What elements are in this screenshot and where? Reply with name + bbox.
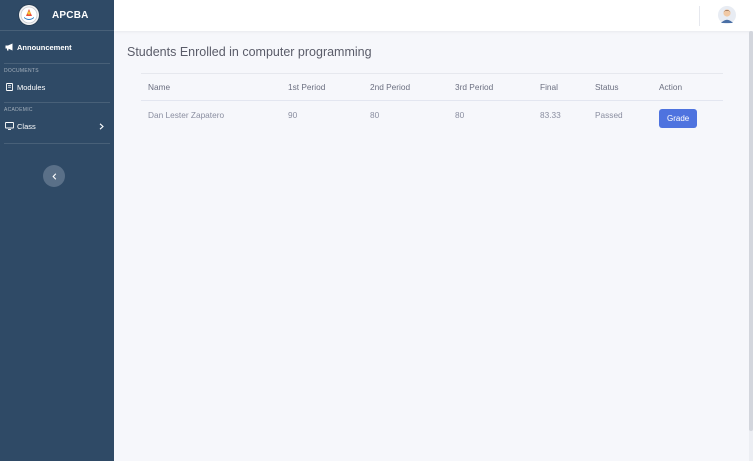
column-header-1st-period: 1st Period (288, 82, 326, 92)
user-avatar[interactable] (718, 6, 736, 24)
topbar (114, 0, 753, 31)
sidebar-section-documents: DOCUMENTS (4, 68, 39, 74)
grade-button[interactable]: Grade (659, 109, 698, 128)
cell-1st-period: 90 (288, 109, 298, 120)
page-title: Students Enrolled in computer programmin… (127, 45, 372, 59)
brand-logo-icon (19, 5, 39, 25)
brand-name: APCBA (52, 9, 89, 21)
cell-3rd-period: 80 (455, 109, 465, 120)
column-header-3rd-period: 3rd Period (455, 82, 494, 92)
students-table: Name 1st Period 2nd Period 3rd Period Fi… (141, 73, 723, 128)
chevron-left-icon (51, 172, 56, 180)
column-header-status: Status (595, 82, 619, 92)
sidebar-section-academic: ACADEMIC (4, 107, 33, 113)
monitor-icon (4, 121, 14, 131)
column-header-final: Final (540, 82, 558, 92)
cell-final: 83.33 (540, 109, 561, 120)
sidebar-toggle-button[interactable] (43, 165, 65, 187)
cell-name: Dan Lester Zapatero (148, 109, 225, 120)
sidebar-item-label: Class (17, 121, 36, 131)
sidebar-item-modules[interactable]: Modules (0, 74, 114, 100)
table-header-row: Name 1st Period 2nd Period 3rd Period Fi… (141, 73, 723, 101)
column-header-action: Action (659, 82, 683, 92)
cell-2nd-period: 80 (370, 109, 380, 120)
sidebar-item-announcement[interactable]: Announcement (0, 31, 114, 63)
scrollbar-thumb[interactable] (749, 31, 753, 431)
sidebar-divider (4, 143, 110, 144)
column-header-name: Name (148, 82, 171, 92)
sidebar-item-label: Announcement (17, 42, 72, 52)
table-row: Dan Lester Zapatero 90 80 80 83.33 Passe… (141, 101, 723, 128)
cell-status: Passed (595, 109, 623, 120)
megaphone-icon (4, 42, 14, 52)
topbar-divider (699, 6, 700, 26)
column-header-2nd-period: 2nd Period (370, 82, 411, 92)
sidebar: APCBA Announcement DOCUMENTS Modules ACA… (0, 0, 114, 461)
brand[interactable]: APCBA (0, 0, 114, 31)
chevron-right-icon (99, 122, 104, 130)
sidebar-item-class[interactable]: Class (0, 113, 114, 139)
cell-action: Grade (652, 101, 723, 128)
book-icon (4, 82, 14, 92)
sidebar-item-label: Modules (17, 82, 46, 92)
